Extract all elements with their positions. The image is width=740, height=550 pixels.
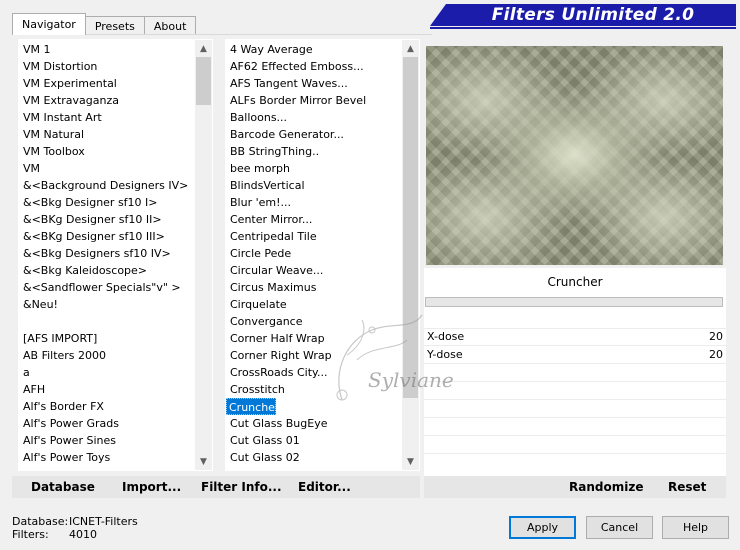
param-value[interactable]: 20: [709, 346, 723, 363]
tab-navigator[interactable]: Navigator: [12, 13, 86, 35]
filter-list[interactable]: 4 Way Average AF62 Effected Emboss... AFS …: [225, 39, 420, 471]
list-item[interactable]: Alf's Border FX: [19, 398, 212, 415]
tab-bar: Navigator Presets About: [12, 13, 197, 35]
list-item[interactable]: Alf's Power Sines: [19, 432, 212, 449]
list-item[interactable]: VM Distortion: [19, 58, 212, 75]
list-item[interactable]: [AFS IMPORT]: [19, 330, 212, 347]
param-name: Y-dose: [427, 348, 463, 361]
param-divider: [424, 435, 726, 436]
database-status-value: ICNET-Filters: [69, 515, 138, 528]
watermark-text: Sylviane: [368, 368, 454, 392]
param-row-x-dose[interactable]: X-dose 20: [424, 328, 726, 345]
category-list[interactable]: VM 1 VM Distortion VM Experimental VM Extra…: [18, 39, 213, 471]
filters-count-label: Filters:: [12, 528, 49, 541]
help-button[interactable]: Help: [662, 516, 729, 539]
tab-presets[interactable]: Presets: [84, 16, 145, 35]
reset-button[interactable]: Reset: [668, 480, 706, 494]
scroll-down-icon[interactable]: ▼: [402, 453, 419, 470]
list-item[interactable]: VM Toolbox: [19, 143, 212, 160]
list-item[interactable]: &<Bkg Kaleidoscope>: [19, 262, 212, 279]
filters-count-value: 4010: [69, 528, 97, 541]
list-item[interactable]: Cut Glass 01: [226, 432, 419, 449]
param-divider: [424, 363, 726, 364]
selected-filter-name: Cruncher: [547, 275, 603, 289]
editor-button[interactable]: Editor...: [298, 480, 351, 494]
list-item[interactable]: a: [19, 364, 212, 381]
list-item[interactable]: Cruncher: [226, 398, 279, 415]
list-item[interactable]: Cut Glass 03: [226, 466, 419, 470]
scroll-up-icon[interactable]: ▲: [402, 40, 419, 57]
banner-underline: [430, 27, 736, 29]
filter-scrollbar[interactable]: ▲ ▼: [402, 40, 419, 470]
list-item[interactable]: &<Bkg Designers sf10 IV>: [19, 245, 212, 262]
list-item[interactable]: &Neu!: [19, 296, 212, 313]
database-button[interactable]: Database: [31, 480, 95, 494]
apply-button[interactable]: Apply: [509, 516, 576, 539]
randomize-button[interactable]: Randomize: [569, 480, 643, 494]
param-row-y-dose[interactable]: Y-dose 20: [424, 346, 726, 363]
list-item[interactable]: Center Mirror...: [226, 211, 419, 228]
list-item[interactable]: BlindsVertical: [226, 177, 419, 194]
param-divider: [424, 417, 726, 418]
category-scrollbar[interactable]: ▲ ▼: [195, 40, 212, 470]
list-item[interactable]: Circus Maximus: [226, 279, 419, 296]
list-item[interactable]: AFH: [19, 381, 212, 398]
list-item[interactable]: BB StringThing..: [226, 143, 419, 160]
list-item[interactable]: VM Instant Art: [19, 109, 212, 126]
list-item[interactable]: VM Extravaganza: [19, 92, 212, 109]
import-button[interactable]: Import...: [122, 480, 181, 494]
scroll-thumb[interactable]: [403, 57, 418, 398]
list-item[interactable]: Cut Glass BugEye: [226, 415, 419, 432]
list-item[interactable]: Corner Half Wrap: [226, 330, 419, 347]
list-item[interactable]: AFS Tangent Waves...: [226, 75, 419, 92]
list-item[interactable]: Convergance: [226, 313, 419, 330]
list-item[interactable]: Balloons...: [226, 109, 419, 126]
database-status-label: Database:: [12, 515, 69, 528]
scroll-thumb[interactable]: [196, 57, 211, 105]
list-item[interactable]: &<Background Designers IV>: [19, 177, 212, 194]
list-item[interactable]: VM: [19, 160, 212, 177]
list-item[interactable]: Circular Weave...: [226, 262, 419, 279]
param-name: X-dose: [427, 330, 465, 343]
list-item[interactable]: &<Bkg Designer sf10 I>: [19, 194, 212, 211]
list-item[interactable]: Alf's Power Grads: [19, 415, 212, 432]
list-item[interactable]: &<BKg Designer sf10 III>: [19, 228, 212, 245]
scroll-down-icon[interactable]: ▼: [195, 453, 212, 470]
list-item[interactable]: bee morph: [226, 160, 419, 177]
list-item[interactable]: Blur 'em!...: [226, 194, 419, 211]
tab-about[interactable]: About: [143, 16, 197, 35]
list-item[interactable]: 4 Way Average: [226, 41, 419, 58]
param-divider: [424, 381, 726, 382]
list-item[interactable]: Circle Pede: [226, 245, 419, 262]
param-value[interactable]: 20: [709, 328, 723, 345]
list-item[interactable]: Alien Lab...: [19, 466, 212, 470]
list-item[interactable]: Barcode Generator...: [226, 126, 419, 143]
list-item[interactable]: Alf's Power Toys: [19, 449, 212, 466]
list-item[interactable]: ALFs Border Mirror Bevel: [226, 92, 419, 109]
scroll-up-icon[interactable]: ▲: [195, 40, 212, 57]
list-item[interactable]: VM 1: [19, 41, 212, 58]
list-item[interactable]: Cirquelate: [226, 296, 419, 313]
param-divider: [424, 399, 726, 400]
category-items: VM 1 VM Distortion VM Experimental VM Extra…: [19, 40, 212, 470]
list-item[interactable]: VM Natural: [19, 126, 212, 143]
filter-info-button[interactable]: Filter Info...: [201, 480, 282, 494]
list-item[interactable]: &<BKg Designer sf10 II>: [19, 211, 212, 228]
filter-items: 4 Way Average AF62 Effected Emboss... AFS …: [226, 40, 419, 470]
filter-preview-image: [426, 46, 723, 265]
param-divider: [424, 453, 726, 454]
list-item[interactable]: Centripedal Tile: [226, 228, 419, 245]
list-item[interactable]: Corner Right Wrap: [226, 347, 419, 364]
list-item[interactable]: Cut Glass 02: [226, 449, 419, 466]
progress-bar: [425, 297, 723, 307]
list-item[interactable]: AF62 Effected Emboss...: [226, 58, 419, 75]
list-item[interactable]: [19, 313, 212, 330]
list-item[interactable]: AB Filters 2000: [19, 347, 212, 364]
list-item[interactable]: VM Experimental: [19, 75, 212, 92]
cancel-button[interactable]: Cancel: [586, 516, 653, 539]
list-item[interactable]: &<Sandflower Specials"v" >: [19, 279, 212, 296]
title-banner: Filters Unlimited 2.0: [430, 4, 736, 26]
